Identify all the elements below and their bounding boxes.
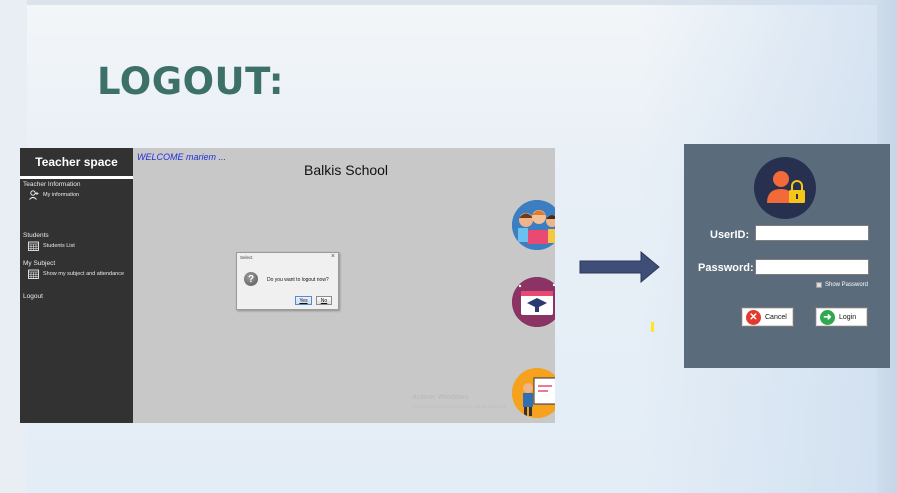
windows-activation-watermark: Activer Windows — [412, 394, 469, 401]
login-panel: UserID: Password: Show Password ✕ Cancel… — [684, 144, 890, 368]
sidebar-item-label: Students List — [43, 243, 75, 249]
sidebar-item-label: Show my subject and attendance — [43, 271, 125, 277]
userid-label: UserID: — [710, 229, 750, 241]
sidebar-item-students-list[interactable]: Students List — [20, 241, 133, 251]
school-name: Balkis School — [304, 162, 389, 178]
cancel-button-label: Cancel — [765, 313, 787, 321]
app-screenshot: Teacher space Teacher Information My inf… — [20, 148, 555, 423]
show-password-checkbox[interactable]: Show Password — [816, 282, 868, 288]
sidebar-item-logout[interactable]: Logout — [20, 293, 133, 300]
sidebar-divider — [20, 176, 133, 179]
add-user-icon — [28, 190, 39, 200]
checkbox-box[interactable] — [816, 282, 822, 288]
yellow-marker — [651, 322, 654, 332]
login-button[interactable]: ➜ Login — [815, 307, 868, 327]
logout-confirm-dialog: Select × ? Do you want to logout now? Ye… — [236, 252, 339, 310]
login-button-label: Login — [839, 313, 857, 321]
welcome-message: WELCOME mariem ... — [137, 152, 227, 162]
calendar-grid-icon — [28, 241, 39, 251]
right-arrow-icon — [579, 250, 661, 288]
arrow-right-circle-icon: ➜ — [820, 309, 835, 325]
cancel-x-icon: ✕ — [746, 309, 761, 325]
question-icon: ? — [244, 272, 258, 286]
show-password-label: Show Password — [825, 282, 869, 288]
sidebar: Teacher space Teacher Information My inf… — [20, 148, 133, 423]
sidebar-item-show-subject-attendance[interactable]: Show my subject and attendance — [20, 269, 133, 279]
windows-activation-subtext: Accédez aux paramètres pour activer Wind… — [412, 404, 508, 409]
user-lock-icon — [754, 157, 816, 219]
dialog-message: Do you want to logout now? — [267, 277, 329, 283]
sidebar-item-label: My information — [43, 192, 80, 198]
userid-input[interactable] — [755, 225, 869, 241]
yes-button[interactable]: Yes — [295, 296, 312, 305]
sidebar-header: Teacher space — [35, 155, 118, 169]
password-input[interactable] — [755, 259, 869, 275]
graduation-screen-image — [512, 277, 555, 327]
calendar-grid-icon — [28, 269, 39, 279]
students-reading-image — [512, 200, 555, 250]
sidebar-section-students: Students — [23, 232, 49, 239]
teacher-board-image — [512, 368, 555, 418]
password-label: Password: — [698, 262, 754, 274]
slide-title: LOGOUT: — [97, 60, 285, 103]
sidebar-section-my-subject: My Subject — [23, 260, 56, 267]
sidebar-item-my-information[interactable]: My information — [20, 190, 133, 200]
no-button[interactable]: No — [316, 296, 332, 305]
dialog-title: Select — [240, 255, 253, 260]
sidebar-section-teacher-information: Teacher Information — [23, 181, 81, 188]
close-icon[interactable]: × — [331, 253, 335, 260]
cancel-button[interactable]: ✕ Cancel — [741, 307, 794, 327]
